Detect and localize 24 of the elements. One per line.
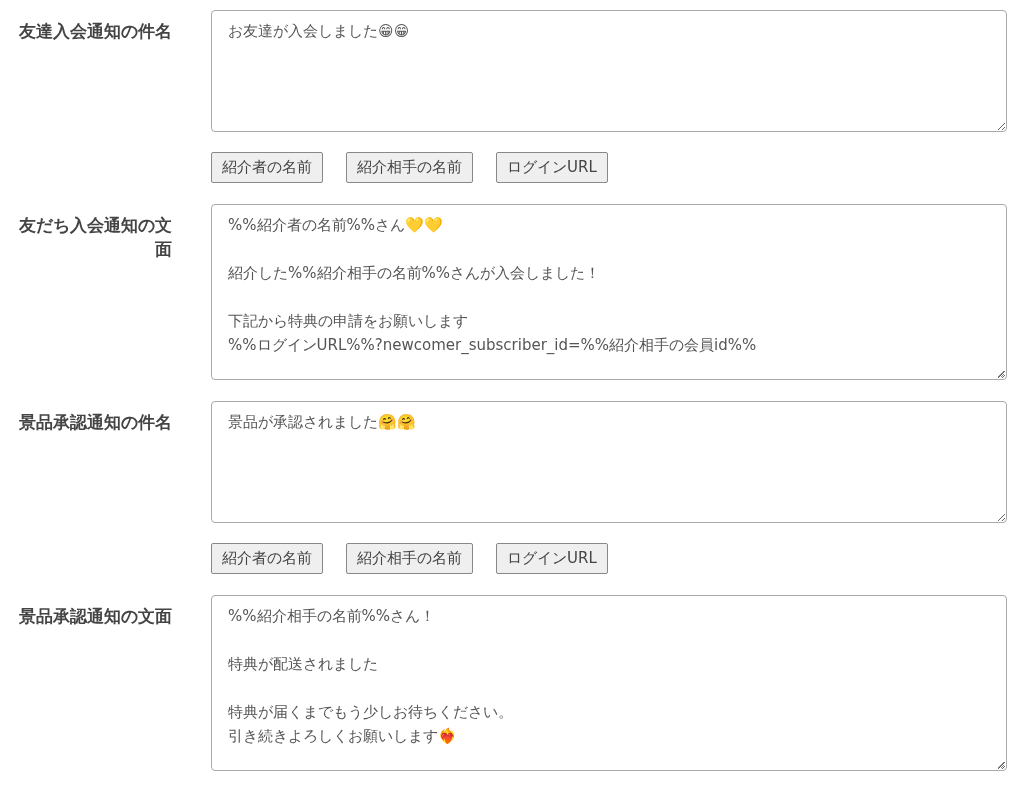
field-label: 友達入会通知の件名 — [18, 20, 172, 43]
insert-button[interactable]: 紹介者の名前 — [211, 152, 323, 183]
field-label: 友だち入会通知の文面 — [18, 214, 172, 261]
field-label: 景品承認通知の件名 — [18, 411, 172, 434]
message-line: %%紹介相手の名前%%さん！ — [228, 606, 435, 627]
insert-button[interactable]: 紹介相手の名前 — [346, 543, 473, 574]
insert-button[interactable]: ログインURL — [496, 152, 608, 183]
message-field[interactable]: %%紹介者の名前%%さん💛💛 紹介した%%紹介相手の名前%%さんが入会しました！ 下記から特典の申請をお願いします %%ログインURL%%?newcomer_subscriber_id=%%紹介相手の会員id%% — [211, 204, 1007, 380]
message-line: 特典が配送されました — [228, 654, 378, 675]
message-line: 引き続きよろしくお願いします❤‍🔥 — [228, 726, 457, 747]
insert-button[interactable]: 紹介相手の名前 — [346, 152, 473, 183]
message-line: 下記から特典の申請をお願いします — [228, 311, 468, 332]
insert-button[interactable]: 紹介者の名前 — [211, 543, 323, 574]
insert-button[interactable]: ログインURL — [496, 543, 608, 574]
message-line: 紹介した%%紹介相手の名前%%さんが入会しました！ — [228, 263, 600, 284]
message-line: %%ログインURL%%?newcomer_subscriber_id=%%紹介相手の会員id%% — [228, 335, 757, 356]
subject-field[interactable]: お友達が入会しました😁😁 — [211, 10, 1007, 132]
field-label: 景品承認通知の文面 — [18, 605, 172, 628]
subject-field[interactable]: 景品が承認されました🤗🤗 — [211, 401, 1007, 523]
message-line: 特典が届くまでもう少しお待ちください。 — [228, 702, 513, 723]
message-field[interactable]: %%紹介相手の名前%%さん！ 特典が配送されました 特典が届くまでもう少しお待ちください。 引き続きよろしくお願いします❤‍🔥 — [211, 595, 1007, 771]
message-line: %%紹介者の名前%%さん💛💛 — [228, 215, 443, 236]
resize-handle-icon[interactable] — [995, 368, 1005, 378]
resize-handle-icon[interactable] — [995, 759, 1005, 769]
